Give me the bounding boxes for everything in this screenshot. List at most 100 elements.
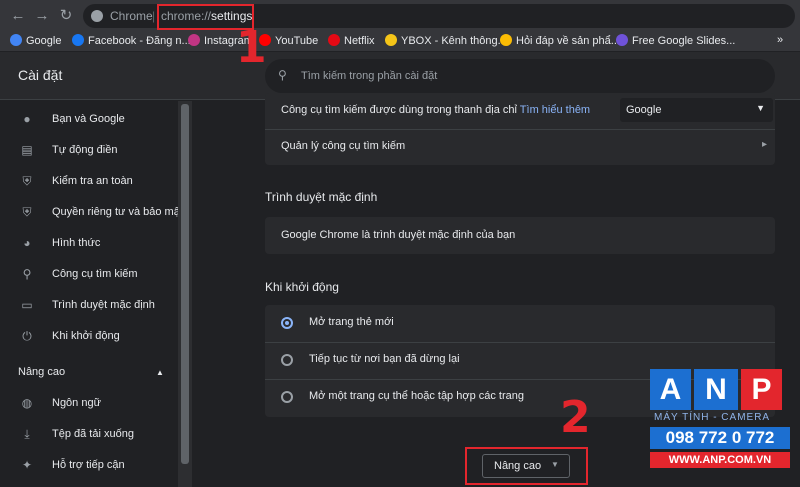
startup-option-label[interactable]: Mở một trang cụ thể hoặc tập hợp các tra… (309, 390, 524, 402)
divider (265, 342, 775, 343)
sidebar-item-label: Quyền riêng tư và bảo mật (52, 206, 183, 218)
sidebar-advanced-toggle[interactable]: Nâng cao ▲ (0, 359, 178, 387)
search-engine-selected: Google (626, 104, 662, 116)
browser-icon: ▭ (21, 298, 33, 312)
bookmarks-overflow-button[interactable]: » (777, 34, 783, 46)
sidebar-item-label: Công cụ tìm kiếm (52, 268, 138, 280)
manage-search-engines[interactable]: Quản lý công cụ tìm kiếm (281, 140, 405, 152)
sidebar-item[interactable]: ◍ Ngôn ngữ (0, 390, 178, 418)
omnibox-chrome-label: Chrome (110, 9, 153, 23)
dropdown-arrow-icon: ▼ (756, 103, 765, 113)
watermark-site: WWW.ANP.COM.VN (650, 452, 790, 468)
default-browser-card: Google Chrome là trình duyệt mặc định củ… (265, 217, 775, 254)
watermark-phone: 098 772 0 772 (650, 427, 790, 449)
sidebar-item[interactable]: ⤓ Tệp đã tải xuống (0, 421, 178, 449)
watermark-letter-p: P (741, 369, 782, 410)
chrome-icon (91, 10, 103, 22)
search-input[interactable]: ⚲ Tìm kiếm trong phần cài đặt (265, 59, 775, 93)
bookmark-item[interactable]: Facebook - Đăng n... (72, 34, 191, 47)
chevron-right-icon: ▸ (761, 139, 767, 150)
startup-radio[interactable] (281, 391, 293, 403)
scrollbar-thumb[interactable] (181, 104, 189, 464)
back-button[interactable]: ← (8, 6, 28, 26)
sidebar-item-label: Trình duyệt mặc định (52, 299, 155, 311)
slides-icon (616, 34, 628, 46)
bookmark-item[interactable]: Google (10, 34, 61, 47)
watermark-line1: MÁY TÍNH - CAMERA (654, 412, 771, 423)
default-browser-status: Google Chrome là trình duyệt mặc định củ… (281, 229, 516, 241)
qa-icon (500, 34, 512, 46)
startup-radio[interactable] (281, 317, 293, 329)
annotation-step-1: 1 (236, 22, 267, 73)
omnibox-separator: | (152, 9, 156, 23)
search-engine-card: Công cụ tìm kiếm được dùng trong thanh đ… (265, 93, 775, 165)
sidebar: ● Bạn và Google ▤ Tự động điền ⛨ Kiểm tra an … (0, 101, 192, 487)
browser-toolbar: ← → ↻ Chrome | chrome://settings (0, 0, 800, 31)
sidebar-item-label: Hỗ trợ tiếp cận (52, 459, 125, 471)
reload-button[interactable]: ↻ (56, 6, 76, 26)
watermark-letter-n: N (694, 369, 738, 410)
search-engine-text: Công cụ tìm kiếm được dùng trong thanh đ… (281, 104, 517, 116)
sidebar-item[interactable]: ▭ Trình duyệt mặc định (0, 292, 178, 320)
bookmark-item[interactable]: YouTube (259, 34, 318, 47)
globe-icon: ◍ (21, 396, 33, 410)
bookmark-item[interactable]: Hỏi đáp về sản phẩ... (500, 34, 620, 47)
bookmark-label: YouTube (275, 35, 319, 47)
bookmark-item[interactable]: YBOX - Kênh thông... (385, 34, 507, 47)
sidebar-item-label: Bạn và Google (52, 113, 125, 125)
palette-icon: ◕ (23, 236, 31, 250)
sidebar-item[interactable]: ● Bạn và Google (0, 106, 178, 134)
bookmark-item[interactable]: Free Google Slides... (616, 34, 735, 47)
section-title-startup: Khi khởi động (265, 280, 339, 294)
annotation-step-2: 2 (560, 392, 591, 443)
search-icon: ⚲ (278, 68, 287, 82)
watermark-letter-a: A (650, 369, 691, 410)
sidebar-item-label: Kiểm tra an toàn (52, 175, 133, 187)
bookmark-label: YBOX - Kênh thông... (401, 35, 507, 47)
shield-icon: ⛨ (22, 205, 32, 219)
sidebar-item[interactable]: ⚲ Công cụ tìm kiếm (0, 261, 178, 289)
forward-button[interactable]: → (32, 6, 52, 26)
netflix-icon (328, 34, 340, 46)
chevron-up-icon: ▲ (156, 368, 164, 377)
annotation-box-advanced (465, 447, 588, 485)
search-icon: ⚲ (22, 267, 32, 281)
sidebar-item[interactable]: ⏻ Khi khởi động (0, 323, 178, 351)
person-icon: ● (23, 112, 31, 126)
section-title-default-browser: Trình duyệt mặc định (265, 190, 378, 204)
sidebar-item[interactable]: ⛨ Quyền riêng tư và bảo mật (0, 199, 182, 227)
clipboard-icon: ▤ (21, 143, 33, 157)
learn-more-link[interactable]: Tìm hiểu thêm (520, 104, 590, 116)
bookmarks-bar: Google Facebook - Đăng n... Instagram YouTu… (0, 31, 800, 52)
bookmark-label: Google (26, 35, 62, 47)
divider (265, 129, 775, 130)
startup-option-label[interactable]: Mở trang thẻ mới (309, 316, 394, 328)
sidebar-item-label: Tự động điền (52, 144, 118, 156)
bookmark-label: Facebook - Đăng n... (88, 35, 191, 47)
instagram-icon (188, 34, 200, 46)
download-icon: ⤓ (24, 427, 30, 441)
startup-option-label[interactable]: Tiếp tục từ nơi bạn đã dừng lại (309, 353, 460, 365)
sidebar-item-label: Khi khởi động (52, 330, 120, 342)
bookmark-label: Netflix (344, 35, 375, 47)
bookmark-label: Hỏi đáp về sản phẩ... (516, 35, 620, 47)
sidebar-item[interactable]: ⛨ Kiểm tra an toàn (0, 168, 178, 196)
sidebar-item[interactable]: ◕ Hình thức (0, 230, 178, 258)
startup-radio[interactable] (281, 354, 293, 366)
sidebar-item-label: Hình thức (52, 237, 101, 249)
sidebar-item[interactable]: ▤ Tự động điền (0, 137, 178, 165)
page-title: Cài đặt (18, 67, 63, 83)
watermark-logo: A N P MÁY TÍNH - CAMERA 098 772 0 772 WW… (650, 369, 790, 473)
search-engine-select[interactable]: Google ▼ (620, 98, 773, 122)
facebook-icon (72, 34, 84, 46)
bookmark-label: Free Google Slides... (632, 35, 736, 47)
bookmark-item[interactable]: Netflix (328, 34, 375, 47)
search-placeholder: Tìm kiếm trong phần cài đặt (301, 70, 438, 82)
sidebar-advanced-label: Nâng cao (18, 366, 66, 378)
sidebar-item[interactable]: ✦ Hỗ trợ tiếp cận (0, 452, 178, 480)
accessibility-icon: ✦ (21, 458, 33, 472)
google-icon (10, 34, 22, 46)
shield-check-icon: ⛨ (22, 174, 32, 188)
sidebar-item-label: Tệp đã tải xuống (52, 428, 134, 440)
sidebar-item-label: Ngôn ngữ (52, 397, 101, 409)
